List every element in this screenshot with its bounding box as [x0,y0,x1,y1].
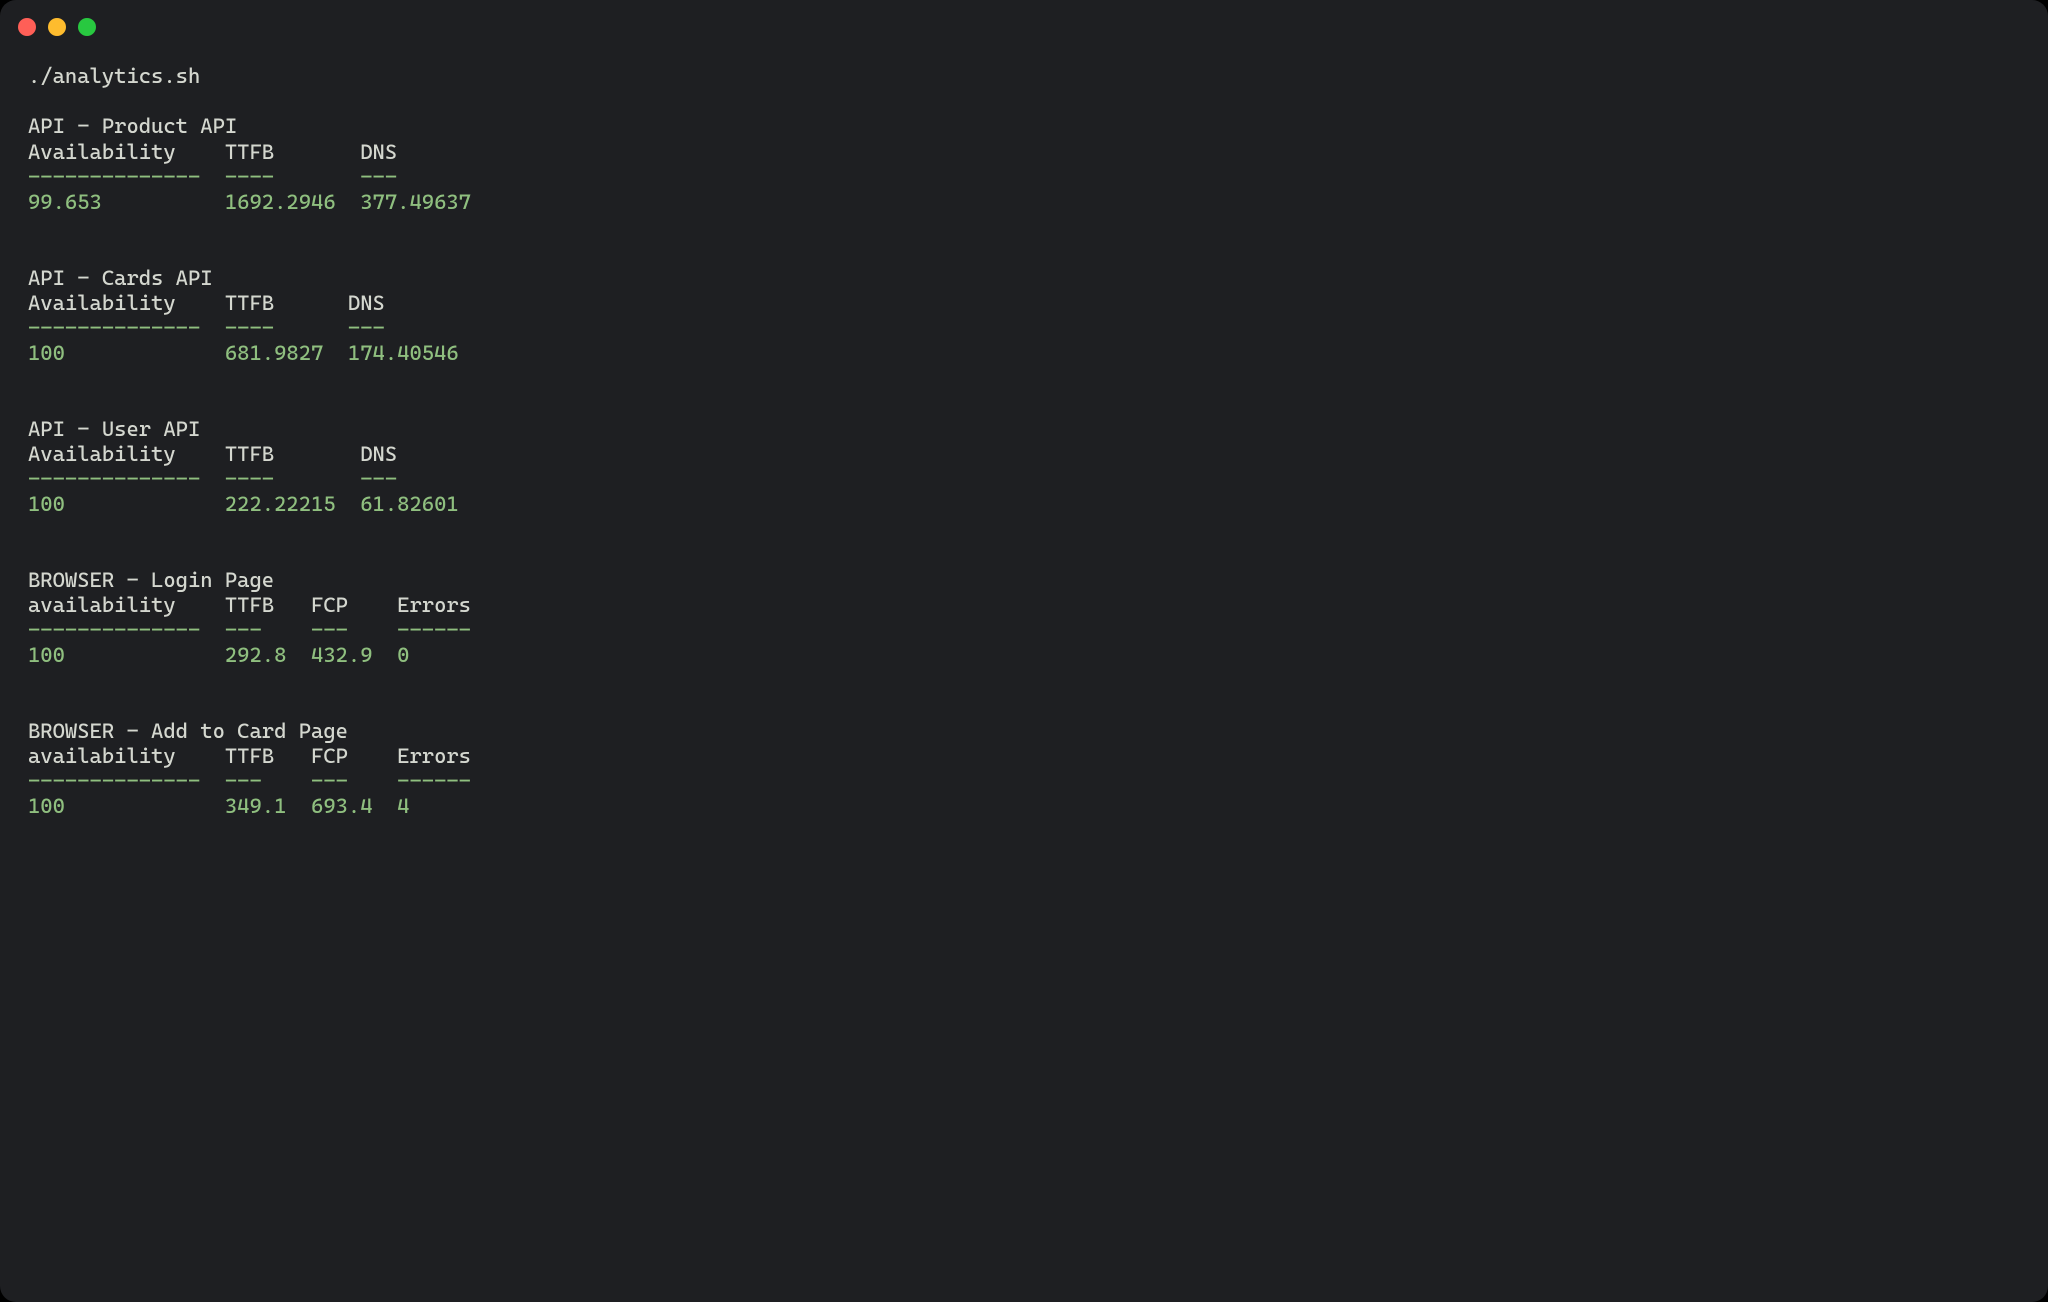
column-separator: ------ [397,769,483,793]
column-separator: -------------- [28,769,225,793]
column-header: FCP [311,744,397,768]
cell-value: 349.1 [225,794,311,818]
column-header: TTFB [225,442,360,466]
column-separator: --- [360,467,483,491]
block-title: API - Product API [28,114,237,138]
column-header: TTFB [225,744,311,768]
terminal-output[interactable]: ./analytics.sh API - Product API Availab… [0,36,2048,898]
column-header: Availability [28,291,225,315]
column-header: FCP [311,593,397,617]
window-titlebar [0,0,2048,36]
column-separator: -------------- [28,165,225,189]
column-separator: --- [360,165,483,189]
cell-value: 377.49637 [360,190,483,214]
column-header: TTFB [225,291,348,315]
cell-value: 693.4 [311,794,397,818]
cell-value: 100 [28,341,225,365]
cell-value: 432.9 [311,643,397,667]
column-separator: --- [348,316,471,340]
column-separator: ---- [225,165,360,189]
terminal-window: ./analytics.sh API - Product API Availab… [0,0,2048,1302]
cell-value: 100 [28,492,225,516]
column-header: availability [28,744,225,768]
command-line: ./analytics.sh [28,64,200,88]
column-separator: ---- [225,467,360,491]
block-title: API - User API [28,417,200,441]
column-header: Errors [397,593,483,617]
column-separator: -------------- [28,316,225,340]
column-separator: -------------- [28,467,225,491]
column-separator: --- [225,769,311,793]
column-header: DNS [360,140,483,164]
column-header: DNS [348,291,471,315]
cell-value: 100 [28,643,225,667]
column-header: Availability [28,140,225,164]
window-close-icon[interactable] [18,18,36,36]
block-title: API - Cards API [28,266,213,290]
column-separator: --- [311,618,397,642]
cell-value: 100 [28,794,225,818]
cell-value: 1692.2946 [225,190,360,214]
window-minimize-icon[interactable] [48,18,66,36]
column-header: DNS [360,442,483,466]
column-header: Errors [397,744,483,768]
cell-value: 292.8 [225,643,311,667]
cell-value: 61.82601 [360,492,483,516]
cell-value: 174.40546 [348,341,471,365]
column-separator: ------ [397,618,483,642]
cell-value: 4 [397,794,483,818]
column-header: availability [28,593,225,617]
block-title: BROWSER - Login Page [28,568,274,592]
window-zoom-icon[interactable] [78,18,96,36]
cell-value: 0 [397,643,483,667]
column-header: TTFB [225,140,360,164]
cell-value: 222.22215 [225,492,360,516]
column-header: Availability [28,442,225,466]
column-separator: ---- [225,316,348,340]
column-separator: --- [311,769,397,793]
column-separator: -------------- [28,618,225,642]
cell-value: 681.9827 [225,341,348,365]
column-header: TTFB [225,593,311,617]
cell-value: 99.653 [28,190,225,214]
block-title: BROWSER - Add to Card Page [28,719,348,743]
column-separator: --- [225,618,311,642]
